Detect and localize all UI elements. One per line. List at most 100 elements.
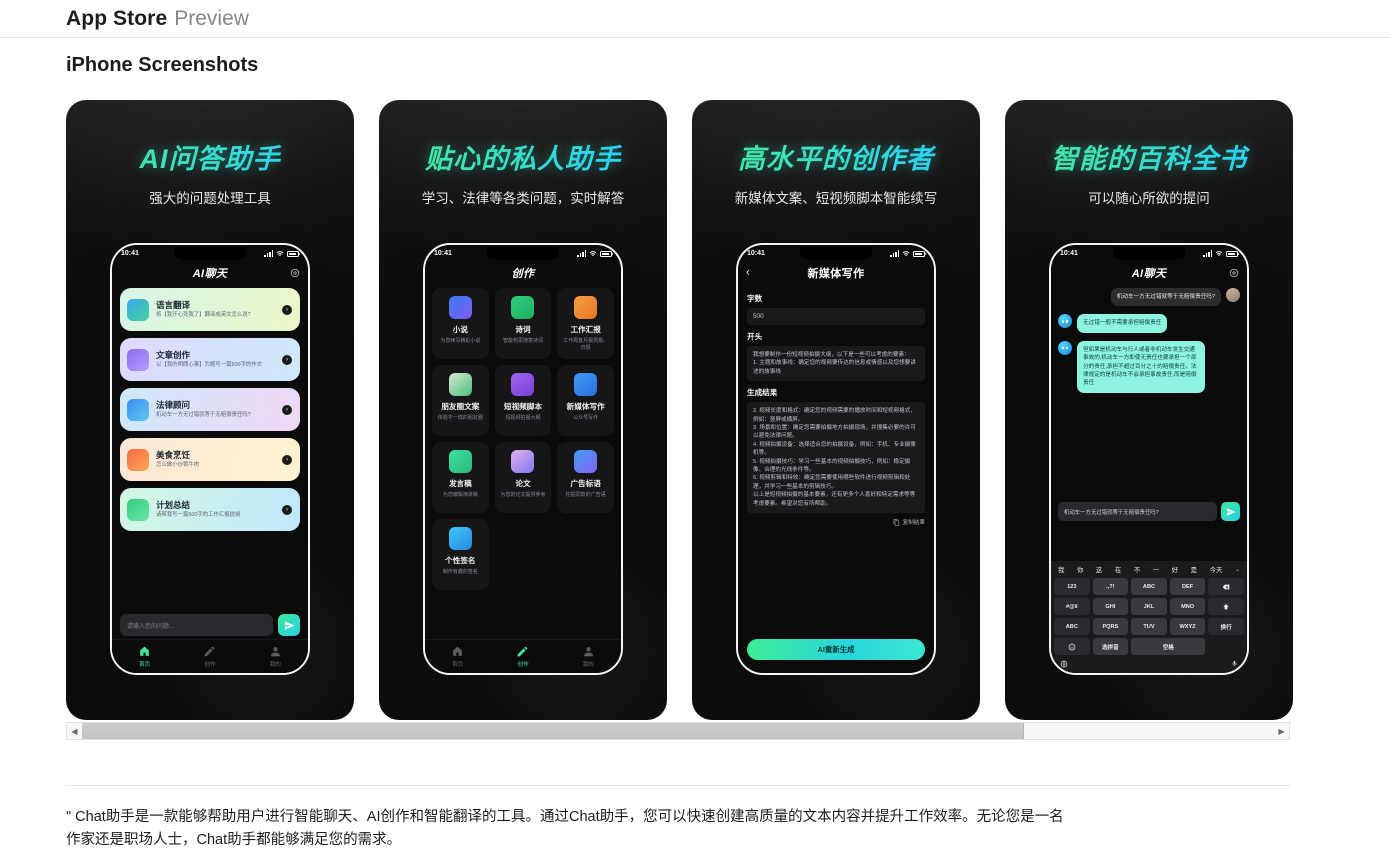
tab-bar-2[interactable]: 首页 创作 我的 [425, 639, 621, 673]
suggestion[interactable]: 我 [1058, 565, 1064, 574]
tab-home[interactable]: 首页 [138, 645, 151, 668]
copy-result-button[interactable]: 复制结果 [747, 518, 925, 526]
chevron-right-icon[interactable]: › [282, 404, 292, 415]
tool-item[interactable]: 个性签名 制作有趣的签名 [432, 519, 489, 590]
screenshot-3-title: 高水平的创作者 [692, 137, 980, 176]
scrollbar-track[interactable] [82, 723, 1274, 739]
page-title: iPhone Screenshots [66, 54, 259, 76]
key-mno[interactable]: MNO [1169, 598, 1206, 615]
ai-card[interactable]: 法律顾问 机动车一方无过错就等于无赔偿责任吗? › [120, 388, 300, 431]
suggestion[interactable]: 不 [1134, 565, 1140, 574]
ai-card[interactable]: 美食烹饪 怎么做小炒黄牛肉 › [120, 438, 300, 481]
tool-name: 新媒体写作 [566, 402, 605, 411]
chevron-right-icon[interactable]: › [282, 304, 292, 315]
composer-1[interactable]: 请输入您的问题… [120, 614, 300, 636]
keypad[interactable]: 123 .,?! ABC DEF #@¥ GHI JKL MNO ABC PQR… [1054, 578, 1244, 655]
key-punctuation[interactable]: .,?! [1092, 578, 1129, 595]
chevron-down-icon[interactable]: ⌄ [1235, 566, 1240, 573]
tool-item[interactable]: 工作汇报 工作周复月报周报、日报 [557, 288, 614, 359]
suggestion[interactable]: 好 [1172, 565, 1178, 574]
tool-item[interactable]: 发言稿 为您编辑演讲稿 [432, 442, 489, 513]
writing-form[interactable]: 字数 500 开头 我想要制作一份短视频拍摄大纲，以下是一些可以考虑的要素： 1… [738, 284, 934, 526]
tool-item[interactable]: 朋友圈文案 体验不一样的朋友圈 [432, 365, 489, 436]
key-def[interactable]: DEF [1169, 578, 1206, 595]
word-count-input[interactable]: 500 [747, 308, 925, 325]
tool-item[interactable]: 短视频脚本 短视频拍摄大纲 [494, 365, 552, 436]
chevron-right-icon[interactable]: › [282, 504, 292, 515]
suggestion[interactable]: 一 [1153, 565, 1159, 574]
tab-bar-1[interactable]: 首页 创作 我的 [112, 639, 308, 673]
microphone-icon[interactable] [1231, 659, 1238, 668]
tab-mine[interactable]: 我的 [582, 645, 595, 668]
tool-item[interactable]: 小说 为您续写精彩小说 [432, 288, 489, 359]
chat-composer[interactable]: 机动车一方无过错就等于无赔偿责任吗? [1058, 502, 1240, 521]
gear-icon[interactable] [290, 268, 300, 278]
suggestion[interactable]: 今天 [1210, 565, 1223, 574]
screenshot-1[interactable]: AI问答助手 强大的问题处理工具 10:41 AI聊天 语言翻译 将【我开心死我… [66, 100, 354, 720]
tab-create[interactable]: 创作 [203, 645, 216, 668]
tool-item[interactable]: 论文 为您的论文提供参考 [494, 442, 552, 513]
shift-icon[interactable] [1208, 598, 1244, 615]
tool-item[interactable]: 诗词 智能构思随意诗词 [494, 288, 552, 359]
back-icon[interactable]: ‹ [746, 267, 750, 279]
key-wxyz[interactable]: WXYZ [1169, 618, 1206, 635]
ai-card[interactable]: 文章创作 以【我的明朗心事】为题写一篇500字的作文 › [120, 338, 300, 381]
send-icon[interactable] [1221, 502, 1240, 521]
scrollbar-thumb[interactable] [82, 723, 1024, 739]
suggestion-row[interactable]: 我 你 这 在 不 一 好 是 今天 ⌄ [1054, 565, 1244, 578]
ai-card[interactable]: 计划总结 请帮我写一篇500字的工作汇报提纲 › [120, 488, 300, 531]
tab-label: 我的 [582, 662, 594, 668]
message-input[interactable]: 请输入您的问题… [120, 614, 273, 636]
key-tuv[interactable]: TUV [1131, 618, 1167, 635]
tab-home[interactable]: 首页 [451, 645, 464, 668]
opening-textarea[interactable]: 我想要制作一份短视频拍摄大纲，以下是一些可以考虑的要素： 1. 主题和故事线：确… [747, 346, 925, 382]
suggestion[interactable]: 这 [1096, 565, 1102, 574]
screenshot-4[interactable]: 智能的百科全书 可以随心所欲的提问 10:41 AI聊天 机动车一方无过错就等于… [1005, 100, 1293, 720]
keyboard[interactable]: 我 你 这 在 不 一 好 是 今天 ⌄ 123 .,?! ABC DEF #@… [1051, 561, 1247, 673]
suggestion[interactable]: 是 [1191, 565, 1197, 574]
tool-grid[interactable]: 小说 为您续写精彩小说 诗词 智能构思随意诗词 工作汇报 工作周复月报周报、日报 [425, 284, 621, 590]
globe-icon[interactable] [1060, 660, 1068, 668]
key-return[interactable]: 换行 [1208, 618, 1244, 635]
tool-item[interactable]: 广告标语 挖掘同款的广告语 [557, 442, 614, 513]
regenerate-button[interactable]: AI重新生成 [747, 639, 925, 660]
tab-mine[interactable]: 我的 [269, 645, 282, 668]
ai-card-list[interactable]: 语言翻译 将【我开心死我了】翻译成英文怎么说? › 文章创作 以【我的明朗心事】… [112, 284, 308, 531]
tab-create[interactable]: 创作 [516, 645, 529, 668]
chevron-right-icon[interactable]: › [282, 354, 292, 365]
key-123[interactable]: 123 [1054, 578, 1090, 595]
delete-icon[interactable] [1208, 578, 1244, 595]
key-abc-mode[interactable]: ABC [1054, 618, 1090, 635]
suggestion[interactable]: 在 [1115, 565, 1121, 574]
emoji-icon[interactable] [1054, 638, 1090, 655]
phone-title-1: AI聊天 [192, 268, 228, 280]
phone-header-3: ‹ 新媒体写作 [738, 262, 934, 284]
chat-message-input[interactable]: 机动车一方无过错就等于无赔偿责任吗? [1058, 502, 1217, 521]
key-space[interactable]: 空格 [1131, 638, 1206, 655]
screenshot-2[interactable]: 贴心的私人助手 学习、法律等各类问题，实时解答 10:41 创作 小说 为您续写… [379, 100, 667, 720]
phone-title-4: AI聊天 [1131, 268, 1167, 280]
screenshot-carousel[interactable]: AI问答助手 强大的问题处理工具 10:41 AI聊天 语言翻译 将【我开心死我… [66, 100, 1293, 720]
send-icon[interactable] [278, 614, 300, 636]
keyboard-bottom-row[interactable] [1054, 655, 1244, 670]
key-symbols[interactable]: #@¥ [1054, 598, 1090, 615]
key-ghi[interactable]: GHI [1092, 598, 1129, 615]
screenshot-3[interactable]: 高水平的创作者 新媒体文案、短视频脚本智能续写 10:41 ‹ 新媒体写作 字数… [692, 100, 980, 720]
screenshot-4-subtitle: 可以随心所欲的提问 [1088, 191, 1210, 206]
key-abc[interactable]: ABC [1131, 578, 1167, 595]
horizontal-scrollbar[interactable]: ◀ ▶ [66, 722, 1290, 740]
suggestion[interactable]: 你 [1077, 565, 1083, 574]
key-pinyin[interactable]: 选拼音 [1092, 638, 1129, 655]
ai-card[interactable]: 语言翻译 将【我开心死我了】翻译成英文怎么说? › [120, 288, 300, 331]
key-jkl[interactable]: JKL [1131, 598, 1167, 615]
tool-item[interactable]: 新媒体写作 公众号写作 [557, 365, 614, 436]
gear-icon[interactable] [1229, 268, 1239, 278]
scroll-left-arrow[interactable]: ◀ [67, 723, 82, 739]
scroll-right-arrow[interactable]: ▶ [1274, 723, 1289, 739]
key-pqrs[interactable]: PQRS [1092, 618, 1129, 635]
screenshot-1-title: AI问答助手 [66, 137, 354, 176]
tool-desc: 挖掘同款的广告语 [565, 492, 606, 498]
chat-bubble-bot: 无过错一般不需要承担赔偿责任 [1077, 314, 1168, 333]
screenshot-3-subtitle: 新媒体文案、短视频脚本智能续写 [734, 191, 938, 206]
chevron-right-icon[interactable]: › [282, 454, 292, 465]
